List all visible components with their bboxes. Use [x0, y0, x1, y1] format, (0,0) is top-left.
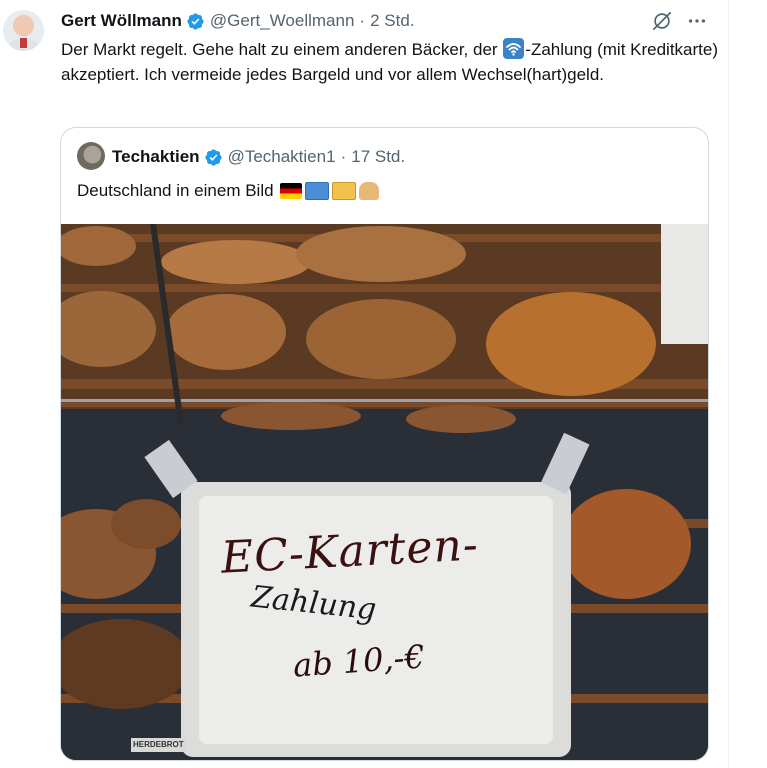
contactless-icon [503, 38, 525, 59]
avatar-collar [20, 38, 27, 48]
quote-author-handle: @Techaktien1 [227, 147, 336, 166]
bread-icon [358, 181, 379, 200]
quote-text-content: Deutschland in einem Bild [77, 181, 274, 200]
author-name[interactable]: Gert Wöllmann [61, 11, 182, 31]
author-handle[interactable]: @Gert_Woellmann [210, 11, 355, 31]
column-divider [728, 0, 729, 768]
verified-badge-icon [187, 12, 204, 30]
bakery-photo[interactable]: EC-Karten- Zahlung ab 10,-€ HERDEBROT [61, 224, 708, 760]
quote-text: Deutschland in einem Bild [77, 178, 379, 203]
germany-flag-icon [279, 182, 302, 199]
separator-dot: · [359, 11, 366, 30]
quoted-tweet[interactable]: Techaktien @Techaktien1 · 17 Std. Deutsc… [60, 127, 709, 761]
tweet[interactable]: Gert Wöllmann @Gert_Woellmann · 2 Std. D… [0, 0, 728, 768]
separator-dot: · [340, 147, 347, 166]
avatar[interactable] [3, 10, 44, 51]
quote-timestamp: 17 Std. [351, 147, 406, 166]
tweet-text: Der Markt regelt. Gehe halt zu einem and… [61, 37, 721, 87]
tweet-text-part1: Der Markt regelt. Gehe halt zu einem and… [61, 40, 503, 59]
quote-avatar[interactable] [77, 142, 105, 170]
more-icon[interactable] [686, 10, 708, 32]
euro-banknote-icon [304, 181, 329, 200]
grok-icon[interactable] [651, 10, 673, 32]
timestamp[interactable]: 2 Std. [370, 11, 414, 31]
quote-header: Techaktien @Techaktien1 · 17 Std. [112, 144, 405, 170]
quote-author-name: Techaktien [112, 147, 200, 166]
photo-small-label: HERDEBROT [133, 740, 184, 749]
credit-card-icon [331, 181, 356, 200]
verified-badge-icon [204, 148, 222, 166]
tweet-header: Gert Wöllmann @Gert_Woellmann · 2 Std. [61, 8, 415, 34]
photo-scene [61, 224, 708, 760]
